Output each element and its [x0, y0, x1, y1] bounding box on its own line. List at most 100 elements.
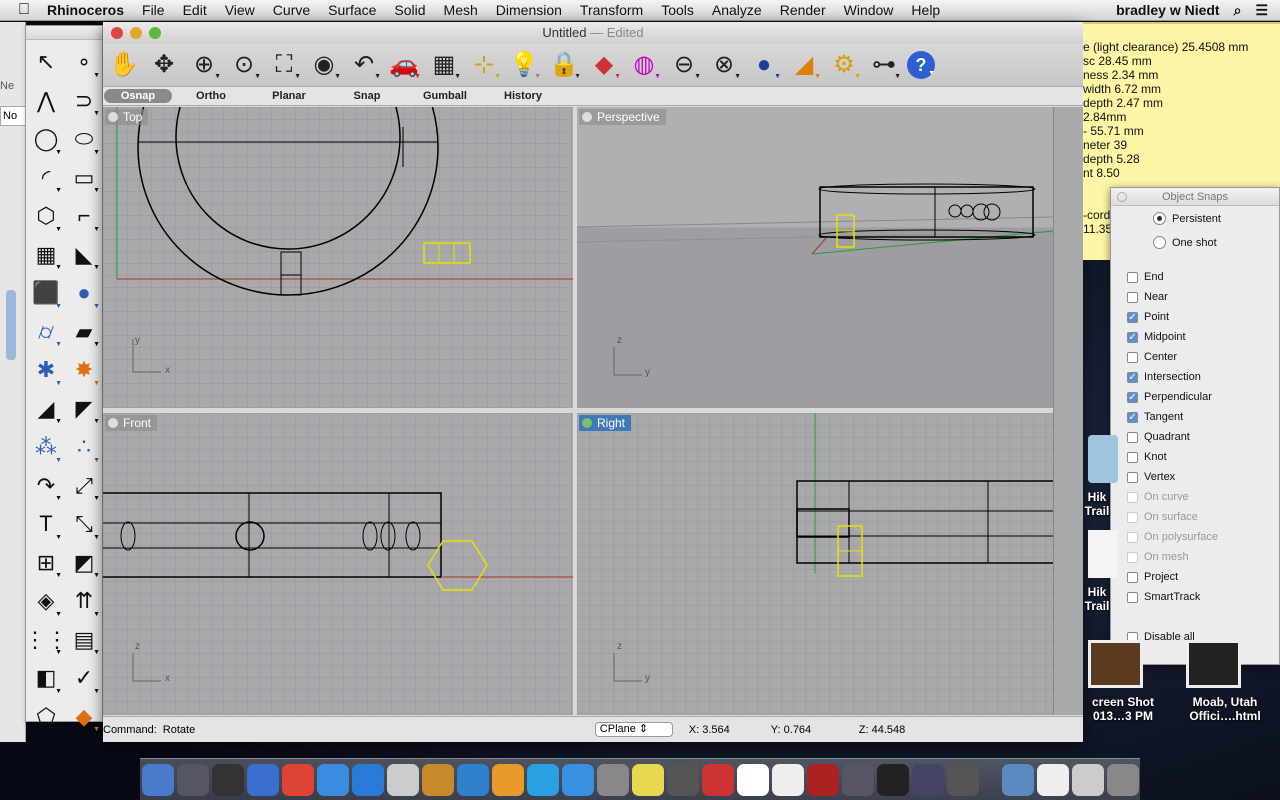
- close-button[interactable]: [1117, 192, 1127, 202]
- osnap-mode-one-shot[interactable]: One shot: [1153, 236, 1217, 249]
- dock-app-icon[interactable]: [631, 763, 664, 796]
- dock-app-icon[interactable]: [946, 763, 979, 796]
- tab-osnap[interactable]: Osnap: [104, 89, 172, 103]
- osnap-knot[interactable]: Knot: [1127, 451, 1167, 463]
- tab-planar[interactable]: Planar: [250, 89, 328, 103]
- dock-app-icon[interactable]: [596, 763, 629, 796]
- dock-app-icon[interactable]: [701, 763, 734, 796]
- lock-icon[interactable]: 🔒 ▼: [547, 48, 581, 82]
- checkbox[interactable]: [1127, 531, 1138, 543]
- settings-gear-icon[interactable]: ⚙ ▼: [827, 48, 861, 82]
- dock-app-icon[interactable]: [526, 763, 559, 796]
- checkbox[interactable]: [1127, 511, 1138, 523]
- dock-app-icon[interactable]: [1036, 763, 1069, 796]
- background-window[interactable]: Ne No: [0, 22, 26, 742]
- solid-edit-icon[interactable]: ◈ ▼: [27, 582, 65, 621]
- grid-array-icon[interactable]: ⋮⋮ ▼: [24, 621, 68, 660]
- surface-icon[interactable]: ▦ ▼: [27, 236, 65, 275]
- viewport-right[interactable]: z y Right: [577, 413, 1053, 715]
- viewport-label-front[interactable]: Front: [105, 415, 158, 431]
- menu-dimension[interactable]: Dimension: [487, 2, 571, 18]
- menu-rhinoceros[interactable]: Rhinoceros: [38, 2, 133, 18]
- checkbox[interactable]: ✓: [1127, 311, 1138, 323]
- osnap-point[interactable]: ✓ Point: [1127, 311, 1169, 323]
- ungroup-icon[interactable]: ∴ ▼: [65, 428, 103, 467]
- checkbox[interactable]: [1127, 591, 1138, 603]
- cplane-select[interactable]: CPlane ⇕: [594, 722, 673, 737]
- tab-history[interactable]: History: [484, 89, 562, 103]
- scale-icon[interactable]: ⤢ ▼: [65, 467, 103, 506]
- menu-help[interactable]: Help: [902, 2, 949, 18]
- color-wheel-icon[interactable]: ◍ ▼: [627, 48, 661, 82]
- osnap-mode-persistent[interactable]: Persistent: [1153, 212, 1221, 225]
- osnap-near[interactable]: Near: [1127, 291, 1168, 303]
- checkbox[interactable]: ✓: [1127, 391, 1138, 403]
- osnap-midpoint[interactable]: ✓ Midpoint: [1127, 331, 1186, 343]
- dock-app-icon[interactable]: [561, 763, 594, 796]
- osnap-smarttrack[interactable]: SmartTrack: [1127, 591, 1200, 603]
- extrude-icon[interactable]: ⇈ ▼: [65, 582, 103, 621]
- checkbox[interactable]: [1127, 451, 1138, 463]
- dock-app-icon[interactable]: [911, 763, 944, 796]
- dock-app-icon[interactable]: [176, 763, 209, 796]
- dock-app-icon[interactable]: [316, 763, 349, 796]
- undo-view-icon[interactable]: ↶ ▼: [347, 48, 381, 82]
- sphere-icon[interactable]: ● ▼: [65, 274, 103, 313]
- shade-icon[interactable]: ◧ ▼: [27, 659, 65, 698]
- radio-button[interactable]: [1153, 236, 1166, 249]
- zoom-selected-icon[interactable]: ◉ ▼: [307, 48, 341, 82]
- checkbox[interactable]: [1127, 491, 1138, 503]
- zoom-button[interactable]: [149, 27, 161, 39]
- surface-edge-icon[interactable]: ◣ ▼: [65, 236, 103, 275]
- move-icon[interactable]: ⤡ ▼: [65, 505, 103, 544]
- osnap-on-curve[interactable]: On curve: [1127, 491, 1189, 503]
- rotate-view-icon[interactable]: ✥: [147, 48, 181, 82]
- osnap-center[interactable]: Center: [1127, 351, 1177, 363]
- radio-button[interactable]: [1153, 212, 1166, 225]
- pan-hand-icon[interactable]: ✋: [107, 48, 141, 82]
- dock-app-icon[interactable]: [1001, 763, 1034, 796]
- trim-icon[interactable]: ◢ ▼: [27, 390, 65, 429]
- dock-app-icon[interactable]: [841, 763, 874, 796]
- tab-gumball[interactable]: Gumball: [406, 89, 484, 103]
- shaded-sphere-icon[interactable]: ⊗ ▼: [707, 48, 741, 82]
- dock-app-icon[interactable]: [666, 763, 699, 796]
- tab-ortho[interactable]: Ortho: [172, 89, 250, 103]
- layers-icon[interactable]: ▤ ▼: [65, 621, 103, 660]
- window-fragment-field[interactable]: No: [0, 106, 26, 126]
- desktop-icon-image[interactable]: [1088, 530, 1118, 578]
- scrollbar[interactable]: [6, 290, 16, 360]
- dock-app-icon[interactable]: [1071, 763, 1104, 796]
- wireframe-sphere-icon[interactable]: ⊖ ▼: [667, 48, 701, 82]
- spotlight-search-icon[interactable]: ⌕: [1234, 2, 1242, 19]
- close-button[interactable]: [111, 27, 123, 39]
- render-icon[interactable]: ◆ ▼: [65, 698, 103, 737]
- dock-app-icon[interactable]: [876, 763, 909, 796]
- menu-tools[interactable]: Tools: [652, 2, 703, 18]
- zoom-icon[interactable]: ⊕ ▼: [187, 48, 221, 82]
- mirror-icon[interactable]: ◩ ▼: [65, 544, 103, 583]
- text-icon[interactable]: T ▼: [27, 505, 65, 544]
- osnap-quadrant[interactable]: Quadrant: [1127, 431, 1190, 443]
- desktop-icon-label[interactable]: Moab, Utah Offici….html: [1180, 695, 1270, 723]
- rectangle-icon[interactable]: ▭ ▼: [65, 159, 103, 198]
- user-menu[interactable]: bradley w Niedt: [1116, 2, 1219, 18]
- dock-app-icon[interactable]: [281, 763, 314, 796]
- notification-list-icon[interactable]: ☰: [1255, 2, 1268, 19]
- dock-app-icon[interactable]: [806, 763, 839, 796]
- checkbox[interactable]: [1127, 271, 1138, 283]
- viewport-label-right[interactable]: Right: [579, 415, 632, 431]
- explode-icon[interactable]: ✸ ▼: [65, 351, 103, 390]
- array-icon[interactable]: ⊞ ▼: [27, 544, 65, 583]
- menu-render[interactable]: Render: [771, 2, 835, 18]
- dock-app-icon[interactable]: [386, 763, 419, 796]
- checkbox[interactable]: [1127, 551, 1138, 563]
- viewport-perspective[interactable]: z y Perspective: [577, 107, 1053, 408]
- menu-transform[interactable]: Transform: [571, 2, 652, 18]
- osnap-project[interactable]: Project: [1127, 571, 1178, 583]
- viewport-top[interactable]: y x Top: [103, 107, 573, 408]
- desktop-icon-label[interactable]: Hik Trail: [1082, 490, 1112, 518]
- desktop-icon-image[interactable]: [1186, 640, 1241, 688]
- desktop-icon-image[interactable]: [1088, 435, 1118, 483]
- group-icon[interactable]: ⁂ ▼: [27, 428, 65, 467]
